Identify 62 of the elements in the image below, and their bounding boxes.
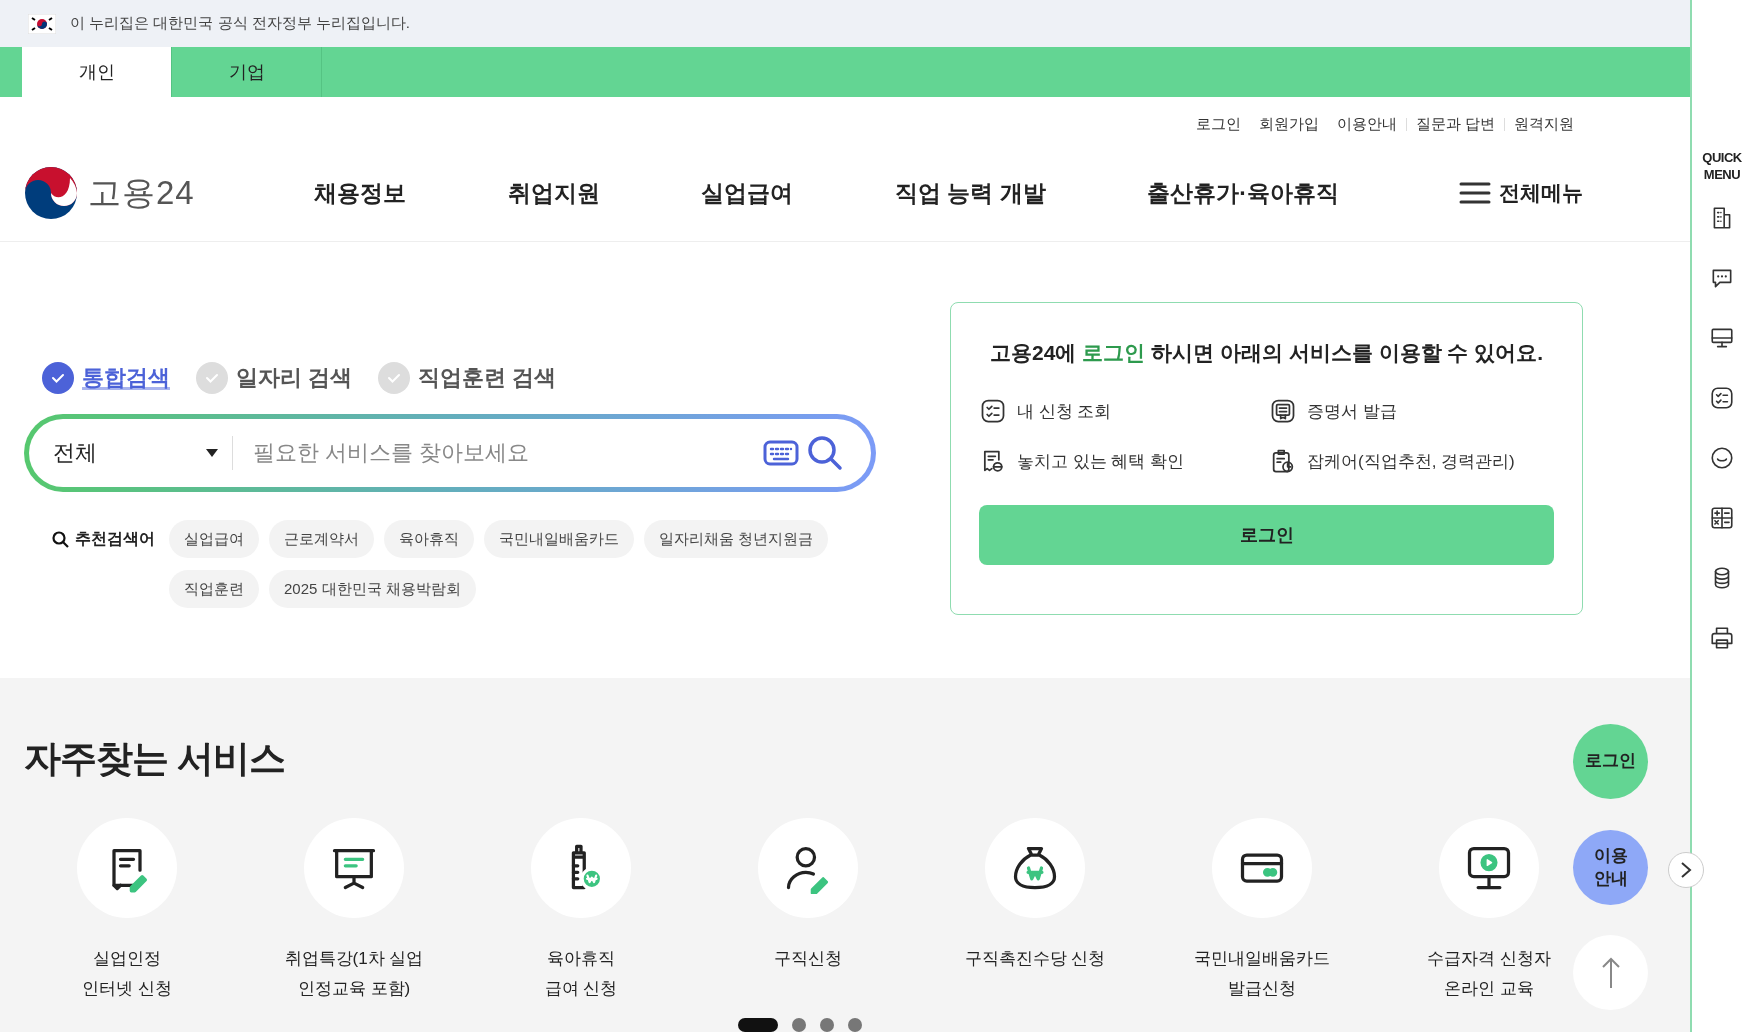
gov-notice-text: 이 누리집은 대한민국 공식 전자정부 누리집입니다. xyxy=(70,14,410,33)
pager-dot[interactable] xyxy=(792,1018,806,1032)
login-benefit-text: 고용24에 로그인 하시면 아래의 서비스를 이용할 수 있어요. xyxy=(988,340,1545,366)
utility-link[interactable]: 로그인 xyxy=(1186,114,1250,134)
all-menu-button[interactable]: 전체메뉴 xyxy=(1459,179,1583,207)
search-icon xyxy=(807,435,843,471)
menu-icon xyxy=(1459,181,1491,205)
korean-flag-icon xyxy=(28,13,56,34)
service-shortcut[interactable]: 국민내일배움카드 발급신청 xyxy=(1182,818,1342,1004)
search-type-option[interactable]: 통합검색 xyxy=(42,362,170,394)
service-link[interactable]: 놓치고 있는 혜택 확인 xyxy=(979,447,1269,475)
search-input[interactable]: 필요한 서비스를 찾아보세요 xyxy=(233,440,759,466)
category-dropdown[interactable]: 전체 xyxy=(53,436,233,470)
checklist-icon xyxy=(979,397,1007,425)
service-shortcut[interactable]: 취업특강(1차 실업 인정교육 포함) xyxy=(274,818,434,1004)
keyword-chip[interactable]: 근로계약서 xyxy=(269,520,374,558)
nav-menu-item[interactable]: 취업지원 xyxy=(507,177,600,209)
keyword-chip[interactable]: 일자리채움 청년지원금 xyxy=(644,520,829,558)
utility-link[interactable]: 질문과 답변 xyxy=(1406,114,1504,134)
service-shortcut[interactable]: 수급자격 신청자 온라인 교육 xyxy=(1409,818,1569,1004)
service-shortcut[interactable]: 실업인정 인터넷 신청 xyxy=(47,818,207,1004)
service-shortcut[interactable]: 구직신청 xyxy=(728,818,888,1004)
keyword-chip[interactable]: 2025 대한민국 채용박람회 xyxy=(269,570,476,608)
keyword-chip[interactable]: 국민내일배움카드 xyxy=(484,520,634,558)
keyword-chip[interactable]: 실업급여 xyxy=(169,520,259,558)
keyword-chip[interactable]: 육아휴직 xyxy=(384,520,474,558)
login-button[interactable]: 로그인 xyxy=(979,505,1554,565)
nav-menu-item[interactable]: 직업 능력 개발 xyxy=(894,177,1046,209)
section-title: 자주찾는 서비스 xyxy=(24,737,286,781)
audience-tab[interactable]: 개인 xyxy=(22,47,172,97)
calculator-icon xyxy=(1709,504,1735,531)
utility-link[interactable]: 회원가입 xyxy=(1249,114,1328,134)
service-shortcut[interactable]: 구직촉진수당 신청 xyxy=(955,818,1115,1004)
utility-link[interactable]: 이용안내 xyxy=(1327,114,1406,134)
nav-menu-item[interactable]: 실업급여 xyxy=(701,177,794,209)
service-shortcut[interactable]: 육아휴직 급여 신청 xyxy=(501,818,661,1004)
service-link[interactable]: 잡케어(직업추천, 경력관리) xyxy=(1269,447,1554,475)
next-button[interactable] xyxy=(1668,852,1704,888)
logo-emblem-icon xyxy=(24,166,78,220)
certificate-icon xyxy=(1269,397,1297,425)
nav-menu-item[interactable]: 출산휴가·육아휴직 xyxy=(1147,177,1339,209)
pager-dot[interactable] xyxy=(848,1018,862,1032)
smile-icon xyxy=(1709,444,1735,471)
audience-tab[interactable]: 기업 xyxy=(172,47,322,97)
search-icon xyxy=(52,530,69,548)
up-arrow-icon xyxy=(1600,955,1621,990)
utility-link[interactable]: 원격지원 xyxy=(1505,114,1583,134)
keyword-chip[interactable]: 직업훈련 xyxy=(169,570,259,608)
printer-icon xyxy=(1709,624,1735,651)
quick-menu-title: QUICK MENU xyxy=(1702,150,1742,184)
service-link[interactable]: 내 신청 조회 xyxy=(979,397,1269,425)
search-type-option[interactable]: 일자리 검색 xyxy=(196,362,353,394)
nav-menu-item[interactable]: 채용정보 xyxy=(314,177,406,209)
checklist-icon xyxy=(1709,384,1735,411)
pager-dot[interactable] xyxy=(820,1018,834,1032)
logo-text[interactable]: 고용24 xyxy=(88,170,195,216)
keyboard-icon xyxy=(763,440,799,466)
recommended-keywords-label: 추천검색어 xyxy=(75,528,155,549)
dropdown-caret-icon xyxy=(206,449,218,457)
search-type-option[interactable]: 직업훈련 검색 xyxy=(378,362,557,394)
service-link[interactable]: 증명서 발급 xyxy=(1269,397,1554,425)
chevron-right-icon xyxy=(1680,861,1692,879)
